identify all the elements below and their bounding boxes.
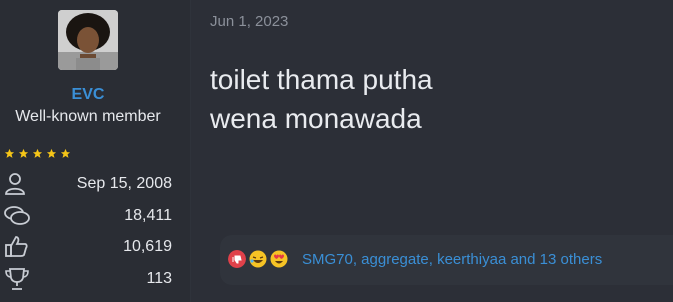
star-icon — [32, 148, 43, 158]
user-title: Well-known member — [15, 108, 161, 125]
avatar[interactable] — [58, 10, 118, 70]
column-divider — [190, 0, 191, 302]
post-line: toilet thama putha — [210, 64, 433, 95]
rating-stars — [4, 148, 71, 159]
star-icon — [18, 148, 29, 158]
post-date[interactable]: Jun 1, 2023 — [210, 13, 288, 30]
thumbs-up-icon — [5, 236, 28, 257]
user-info-panel: EVC Well-known member Sep 15, 2008 18,41… — [0, 0, 190, 302]
avatar-image — [58, 10, 118, 70]
laughing-icon — [249, 250, 267, 268]
star-icon — [46, 148, 57, 158]
reactions-bar[interactable]: SMG70, aggregate, keerthiyaa and 13 othe… — [220, 235, 673, 285]
username[interactable]: EVC — [0, 86, 176, 104]
user-icon — [5, 173, 25, 195]
stat-messages: 18,411 — [0, 203, 190, 229]
heart-eyes-icon — [270, 250, 288, 268]
reaction-score: 10,619 — [123, 238, 172, 255]
post-line: wena monawada — [210, 103, 422, 134]
trophy-points: 113 — [146, 270, 172, 287]
reaction-users-link[interactable]: SMG70, aggregate, keerthiyaa and 13 othe… — [302, 251, 602, 268]
reaction-icons — [228, 250, 288, 268]
post-body: toilet thama putha wena monawada — [210, 60, 433, 138]
messages-icon — [4, 206, 30, 225]
stat-joined: Sep 15, 2008 — [0, 171, 190, 197]
star-icon — [4, 148, 15, 158]
joined-date: Sep 15, 2008 — [76, 175, 172, 192]
stat-points: 113 — [0, 266, 190, 292]
trophy-icon — [5, 268, 29, 290]
message-count: 18,411 — [124, 207, 172, 224]
star-icon — [60, 148, 71, 158]
dislike-icon — [228, 250, 246, 268]
stat-reactions: 10,619 — [0, 234, 190, 260]
